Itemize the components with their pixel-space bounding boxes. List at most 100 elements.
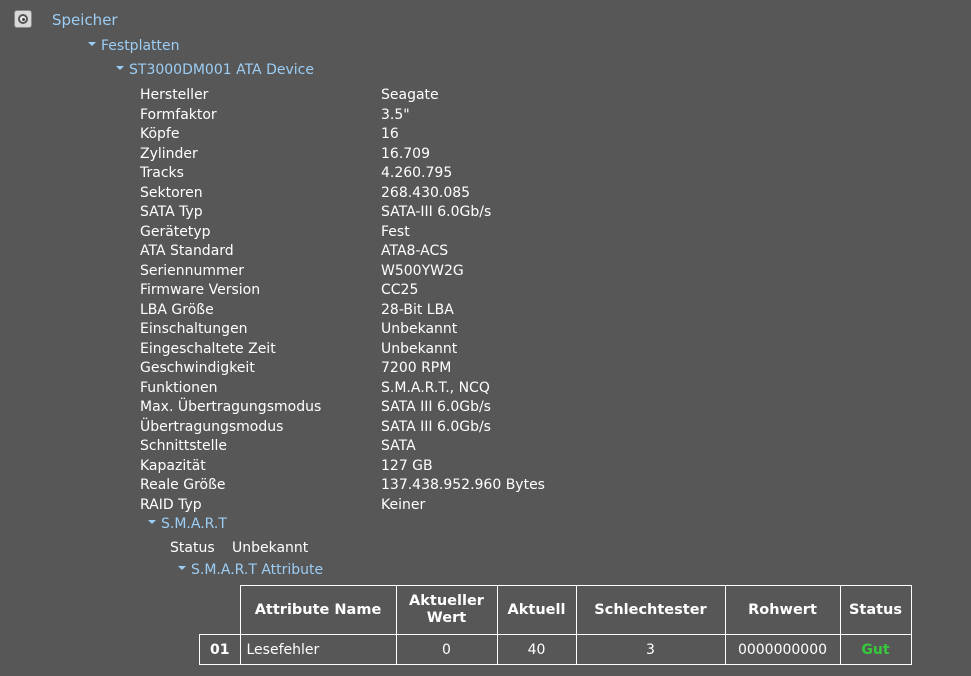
property-key: Hersteller [140, 87, 209, 103]
property-value: S.M.A.R.T., NCQ [381, 379, 490, 396]
property-key: Zylinder [140, 145, 198, 162]
property-value: 268.430.085 [381, 184, 471, 201]
attribute-actual: 40 [496, 634, 577, 665]
property-value: 16.709 [381, 145, 430, 162]
column-header-raw: Rohwert [724, 585, 841, 635]
column-header-status: Status [839, 585, 912, 635]
property-value: SATA [381, 438, 416, 454]
property-key: LBA Größe [140, 301, 214, 318]
column-header-worst: Schlechtester [575, 585, 726, 635]
property-value: 137.438.952.960 Bytes [381, 477, 545, 493]
property-row: Reale Größe 137.438.952.960 Bytes [140, 476, 640, 496]
column-header-name: Attribute Name [239, 585, 397, 635]
property-row: RAID Typ Keiner [140, 496, 640, 516]
tree-node-festplatten[interactable]: Festplatten [88, 38, 180, 54]
property-key: Seriennummer [140, 262, 245, 279]
tree-node-smart[interactable]: S.M.A.R.T [148, 516, 227, 532]
property-value: SATA III 6.0Gb/s [381, 399, 491, 415]
property-value: W500YW2G [381, 262, 464, 279]
property-value: 16 [381, 126, 399, 142]
property-value: 127 GB [381, 457, 433, 474]
column-header-current: Aktueller Wert [395, 585, 498, 635]
storage-icon [14, 10, 32, 28]
property-value: Keiner [381, 496, 426, 513]
property-row: Kapazität 127 GB [140, 457, 640, 477]
property-row: Gerätetyp Fest [140, 223, 640, 243]
property-key: Tracks [140, 165, 184, 181]
property-row: Einschaltungen Unbekannt [140, 320, 640, 340]
property-value: 4.260.795 [381, 165, 453, 181]
property-row: Schnittstelle SATA [140, 437, 640, 457]
property-value: Seagate [381, 87, 439, 103]
attribute-worst: 3 [575, 634, 726, 665]
property-row: SATA Typ SATA-III 6.0Gb/s [140, 203, 640, 223]
attribute-name: Lesefehler [239, 634, 397, 665]
property-row: Zylinder 16.709 [140, 145, 640, 165]
smart-status-key: Status [170, 540, 215, 556]
property-row: Tracks 4.260.795 [140, 164, 640, 184]
attribute-raw: 0000000000 [724, 634, 841, 665]
property-value: Fest [381, 223, 410, 240]
property-key: Max. Übertragungsmodus [140, 399, 322, 415]
tree-node-smart-label: S.M.A.R.T [161, 516, 227, 532]
smart-attributes-table: Attribute Name Aktueller Wert Aktuell Sc… [199, 585, 912, 665]
tree-node-smart-attributes-label: S.M.A.R.T Attribute [191, 562, 324, 578]
property-row: Übertragungsmodus SATA III 6.0Gb/s [140, 418, 640, 438]
attribute-current: 0 [395, 634, 498, 665]
attribute-status: Gut [839, 634, 912, 665]
property-row: Eingeschaltete Zeit Unbekannt [140, 340, 640, 360]
property-row: Geschwindigkeit 7200 RPM [140, 359, 640, 379]
property-row: Köpfe 16 [140, 125, 640, 145]
property-row: Max. Übertragungsmodus SATA III 6.0Gb/s [140, 398, 640, 418]
attribute-id: 01 [199, 634, 241, 665]
expand-arrow-icon [178, 566, 186, 570]
tree-node-device[interactable]: ST3000DM001 ATA Device [116, 62, 314, 78]
property-key: Eingeschaltete Zeit [140, 340, 276, 357]
property-key: Geschwindigkeit [140, 360, 255, 376]
property-row: LBA Größe 28-Bit LBA [140, 301, 640, 321]
column-header-current-line1: Aktueller [409, 593, 484, 609]
property-row: Firmware Version CC25 [140, 281, 640, 301]
property-value: SATA III 6.0Gb/s [381, 418, 491, 435]
expand-arrow-icon [148, 520, 156, 524]
property-value: CC25 [381, 282, 419, 298]
property-value: ATA8-ACS [381, 243, 449, 259]
property-value: Unbekannt [381, 340, 458, 357]
property-row: Sektoren 268.430.085 [140, 184, 640, 204]
column-header-current-line2: Wert [426, 610, 467, 626]
property-value: SATA-III 6.0Gb/s [381, 204, 492, 220]
property-value: 3.5" [381, 106, 410, 123]
tree-node-smart-attributes[interactable]: S.M.A.R.T Attribute [178, 562, 323, 578]
property-key: Köpfe [140, 126, 180, 142]
property-row: Formfaktor 3.5" [140, 106, 640, 126]
property-key: Gerätetyp [140, 223, 211, 240]
property-key: RAID Typ [140, 496, 202, 513]
smart-status-value: Unbekannt [232, 540, 309, 556]
property-key: ATA Standard [140, 243, 234, 259]
id-column-header [199, 585, 241, 635]
table-row: 01 Lesefehler 0 40 3 0000000000 Gut [199, 634, 912, 665]
property-key: Sektoren [140, 184, 203, 201]
expand-arrow-icon [88, 42, 96, 46]
property-value: 28-Bit LBA [381, 301, 454, 318]
property-key: Einschaltungen [140, 321, 248, 337]
property-key: Funktionen [140, 379, 218, 396]
tree-node-speicher[interactable]: Speicher [52, 11, 118, 29]
property-row: ATA Standard ATA8-ACS [140, 242, 640, 262]
column-header-actual: Aktuell [496, 585, 577, 635]
property-value: Unbekannt [381, 321, 458, 337]
property-key: SATA Typ [140, 204, 203, 220]
property-key: Kapazität [140, 457, 206, 474]
property-value: 7200 RPM [381, 360, 452, 376]
tree-node-festplatten-label: Festplatten [101, 38, 180, 54]
property-key: Firmware Version [140, 282, 261, 298]
device-properties: Hersteller Seagate Formfaktor 3.5" Köpfe 16 Zy… [140, 86, 640, 515]
property-key: Formfaktor [140, 106, 217, 123]
tree-node-device-label: ST3000DM001 ATA Device [129, 62, 314, 78]
expand-arrow-icon [116, 66, 124, 70]
property-key: Übertragungsmodus [140, 418, 284, 435]
property-row: Funktionen S.M.A.R.T., NCQ [140, 379, 640, 399]
property-key: Reale Größe [140, 477, 226, 493]
property-key: Schnittstelle [140, 438, 227, 454]
property-row: Hersteller Seagate [140, 86, 640, 106]
